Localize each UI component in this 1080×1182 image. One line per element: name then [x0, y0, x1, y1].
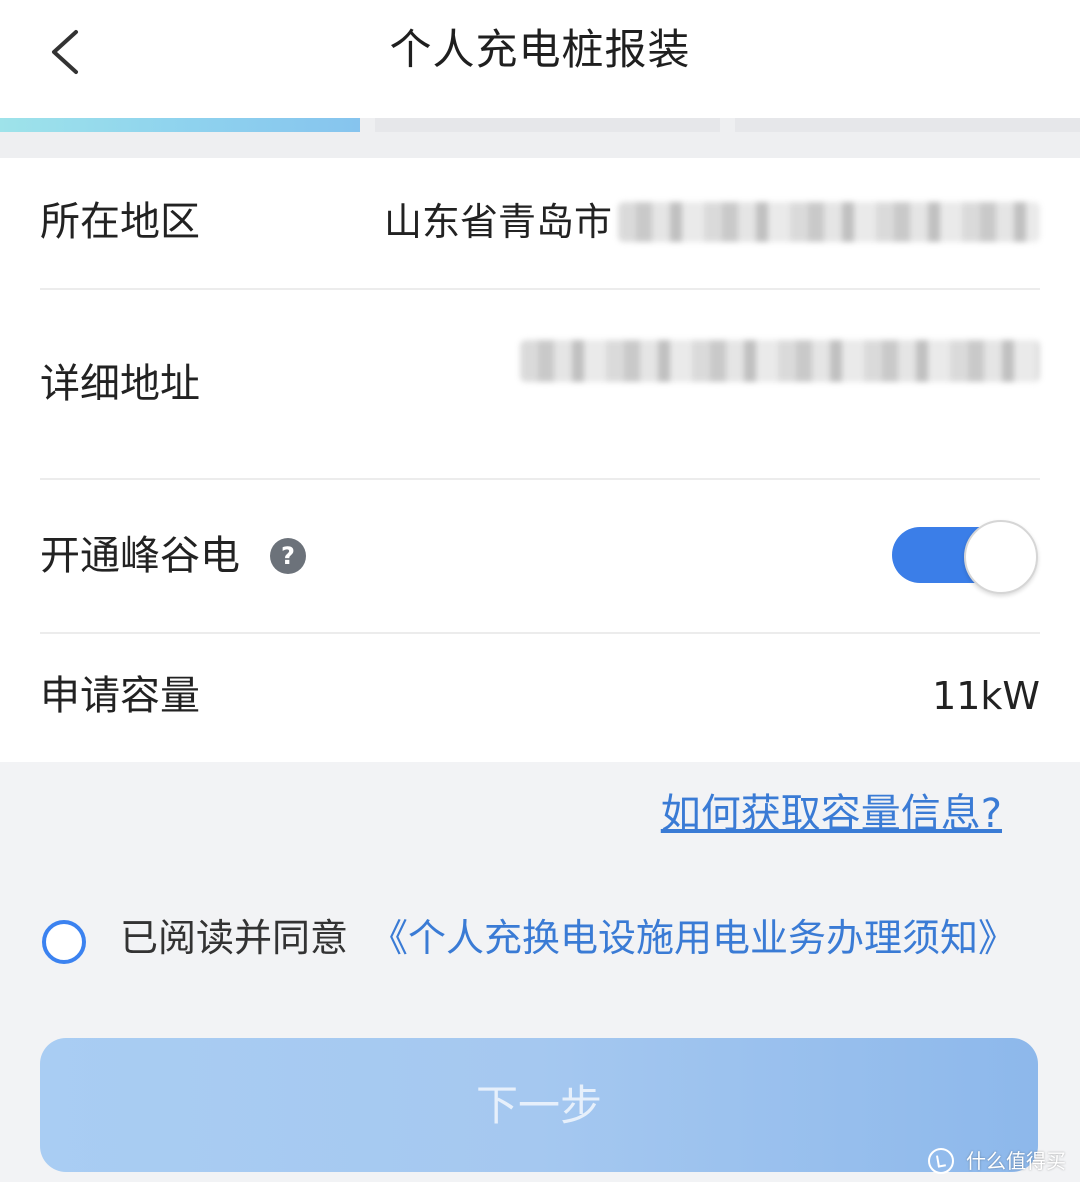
region-row[interactable]: 所在地区 山东省青岛市	[40, 158, 1040, 290]
step-3-segment	[735, 118, 1080, 132]
next-button[interactable]: 下一步	[40, 1038, 1038, 1172]
step-progress	[0, 118, 1080, 158]
peak-valley-toggle[interactable]	[892, 520, 1038, 594]
region-redacted	[618, 202, 1040, 242]
toggle-knob	[964, 520, 1038, 594]
peak-valley-row: 开通峰谷电 ?	[40, 480, 1040, 634]
step-2-segment	[375, 118, 720, 132]
header: 个人充电桩报装	[0, 0, 1080, 118]
address-label: 详细地址	[40, 361, 200, 407]
peak-valley-label: 开通峰谷电	[40, 533, 240, 579]
agreement-row: 已阅读并同意 《个人充换电设施用电业务办理须知》	[40, 908, 1040, 972]
address-row[interactable]: 详细地址	[40, 290, 1040, 480]
capacity-row[interactable]: 申请容量 11kW	[40, 634, 1040, 762]
question-icon[interactable]: ?	[270, 538, 306, 574]
watermark-logo-icon	[927, 1147, 954, 1174]
region-value: 山东省青岛市	[383, 200, 612, 244]
agreement-link[interactable]: 《个人充换电设施用电业务办理须知》	[370, 912, 1016, 964]
capacity-value: 11kW	[932, 674, 1040, 718]
page-title: 个人充电桩报装	[389, 25, 691, 74]
capacity-label: 申请容量	[40, 673, 200, 719]
watermark-text: 什么值得买	[966, 1148, 1066, 1173]
watermark: 什么值得买	[927, 1142, 1066, 1176]
address-redacted	[520, 340, 1040, 382]
capacity-help-link[interactable]: 如何获取容量信息?	[661, 788, 1002, 840]
agreement-text: 已阅读并同意	[120, 916, 349, 960]
agreement-radio[interactable]	[42, 920, 86, 964]
step-1-segment	[0, 118, 360, 132]
application-form: 所在地区 山东省青岛市 详细地址 开通峰谷电 ? 申请容量 11kW	[0, 158, 1080, 762]
region-label: 所在地区	[40, 199, 200, 245]
